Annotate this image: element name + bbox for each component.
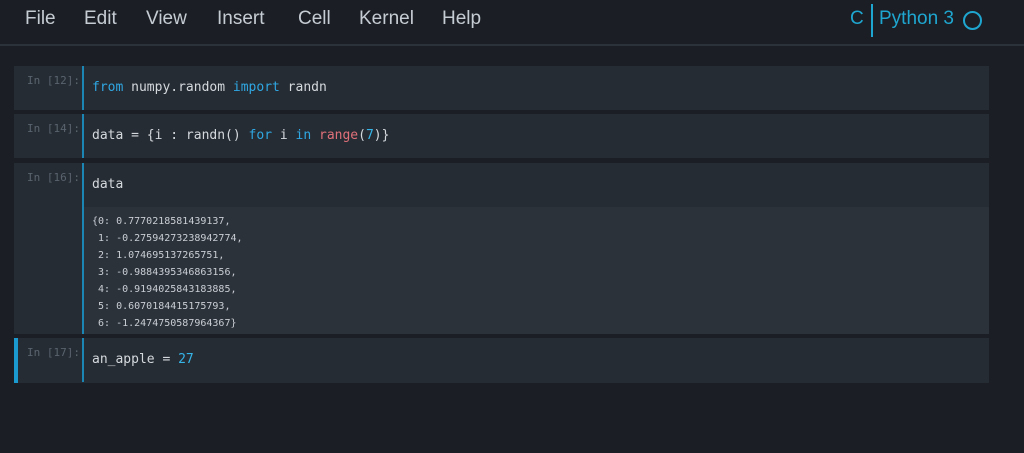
output-prompt-area: [18, 207, 82, 334]
code-token: for: [248, 128, 273, 143]
code-token: range: [319, 128, 359, 143]
code-token: 27: [178, 352, 194, 367]
code-token: from: [92, 80, 124, 95]
output-line: 3: -0.9884395346863156,: [92, 267, 237, 278]
code-token: numpy.random: [123, 80, 233, 95]
cell-prompt: In [16]:: [27, 171, 80, 184]
kernel-divider: [871, 4, 873, 37]
output-line: 2: 1.074695137265751,: [92, 250, 225, 261]
menu-insert[interactable]: Insert: [217, 8, 265, 30]
cell-input[interactable]: an_apple = 27: [82, 338, 989, 382]
cell-input[interactable]: data = {i : randn() for i in range(7)}: [82, 114, 989, 158]
code-cell[interactable]: In [14]: data = {i : randn() for i in ra…: [14, 114, 989, 158]
cell-output-text: {0: 0.7770218581439137, 1: -0.2759427323…: [92, 213, 243, 332]
output-line: 1: -0.27594273238942774,: [92, 233, 243, 244]
code-token: )}: [373, 128, 390, 143]
cell-code: an_apple = 27: [92, 352, 194, 367]
kernel-name[interactable]: Python 3: [879, 8, 954, 30]
menu-view[interactable]: View: [146, 8, 187, 30]
menu-help[interactable]: Help: [442, 8, 481, 30]
code-cell[interactable]: In [12]: from numpy.random import randn: [14, 66, 989, 110]
cell-prompt: In [17]:: [27, 346, 80, 359]
code-token: import: [232, 80, 280, 95]
cell-code: data: [92, 177, 123, 192]
cell-output: {0: 0.7770218581439137, 1: -0.2759427323…: [82, 207, 989, 334]
menubar: File Edit View Insert Cell Kernel Help C…: [0, 0, 1024, 46]
code-token: in: [295, 128, 312, 143]
code-token: 7: [365, 128, 374, 143]
kernel-status-icon: [963, 11, 982, 30]
code-token: data: [92, 177, 124, 192]
code-token: randn: [279, 80, 327, 95]
cell-prompt: In [14]:: [27, 122, 80, 135]
cell-input[interactable]: data: [82, 163, 989, 207]
code-token: (: [358, 128, 366, 143]
menu-file[interactable]: File: [25, 8, 56, 30]
code-cell-selected[interactable]: In [17]: an_apple = 27: [14, 338, 989, 383]
code-token: i: [272, 128, 296, 143]
menu-edit[interactable]: Edit: [84, 8, 117, 30]
kernel-letter: C: [850, 8, 864, 29]
cell-input[interactable]: from numpy.random import randn: [82, 66, 989, 110]
code-token: data = {i : randn(): [92, 128, 249, 143]
cell-prompt: In [12]:: [27, 74, 80, 87]
menu-kernel[interactable]: Kernel: [359, 8, 414, 30]
output-line: 5: 0.6070184415175793,: [92, 301, 231, 312]
cell-code: data = {i : randn() for i in range(7)}: [92, 128, 389, 143]
menu-cell[interactable]: Cell: [298, 8, 331, 30]
output-line: 4: -0.9194025843183885,: [92, 284, 237, 295]
code-cell[interactable]: In [16]: data {0: 0.7770218581439137, 1:…: [14, 163, 989, 334]
output-line: {0: 0.7770218581439137,: [92, 216, 231, 227]
code-token: an_apple =: [92, 352, 179, 367]
output-line: 6: -1.2474750587964367}: [92, 318, 237, 329]
cell-code: from numpy.random import randn: [92, 80, 327, 95]
